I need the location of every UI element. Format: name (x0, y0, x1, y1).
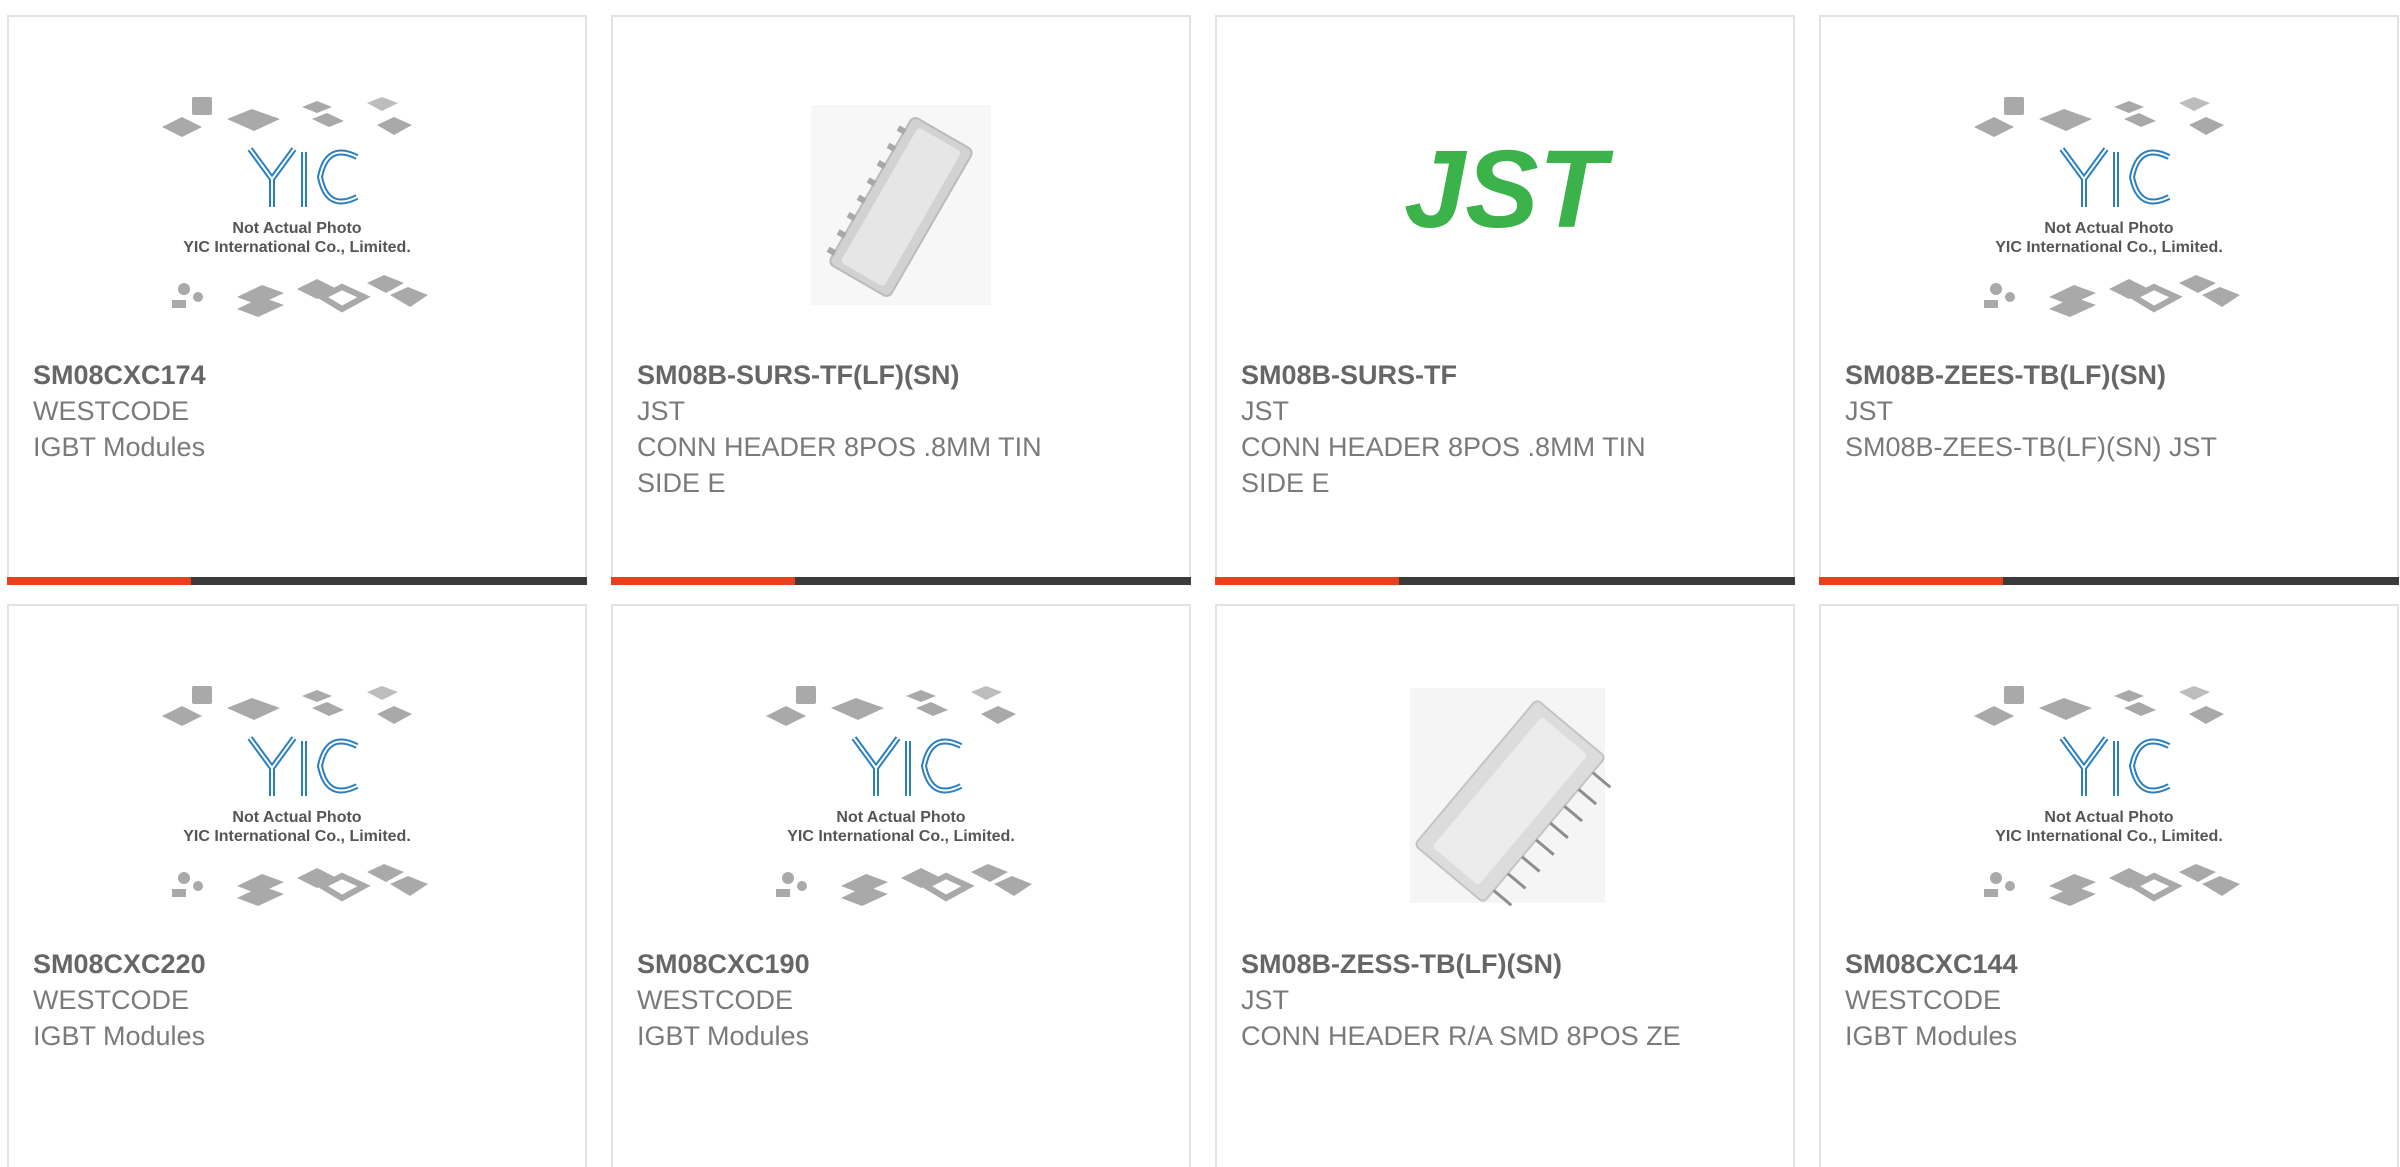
manufacturer: JST (1241, 985, 1290, 1015)
product-info: SM08CXC174 WESTCODE IGBT Modules (33, 357, 561, 465)
manufacturer: JST (1845, 396, 1894, 426)
card-underline (611, 577, 1191, 585)
description: IGBT Modules (1845, 1021, 2018, 1051)
product-card[interactable]: Not Actual Photo YIC International Co., L… (7, 15, 587, 585)
connector-vertical-image (811, 105, 991, 305)
part-number[interactable]: SM08CXC190 (637, 946, 1165, 982)
product-info: SM08CXC220 WESTCODE IGBT Modules (33, 946, 561, 1054)
product-info: SM08CXC190 WESTCODE IGBT Modules (637, 946, 1165, 1054)
manufacturer: JST (1241, 396, 1290, 426)
part-number[interactable]: SM08B-SURS-TF(LF)(SN) (637, 357, 1165, 393)
product-image[interactable]: Not Actual Photo YIC International Co., L… (1821, 606, 2397, 941)
product-info: SM08B-SURS-TF JST CONN HEADER 8POS .8MM … (1241, 357, 1769, 501)
jst-logo-text: JST (1404, 128, 1614, 251)
card-underline (7, 577, 587, 585)
chip-icons-bottom (776, 864, 1032, 906)
placeholder-caption-1: Not Actual Photo (2044, 809, 2173, 826)
product-image[interactable] (1217, 606, 1793, 941)
card-underline (1819, 577, 2399, 585)
placeholder-caption-2: YIC International Co., Limited. (1995, 828, 2223, 845)
chip-icons-top (162, 686, 412, 726)
product-info: SM08B-ZESS-TB(LF)(SN) JST CONN HEADER R/… (1241, 946, 1769, 1054)
yic-placeholder-image: Not Actual Photo YIC International Co., L… (162, 686, 428, 906)
description: IGBT Modules (33, 1021, 206, 1051)
description: CONN HEADER 8POS .8MM TIN SIDE E (1241, 432, 1646, 498)
yic-placeholder-image: Not Actual Photo YIC International Co., L… (162, 97, 428, 317)
chip-icons-bottom (1984, 864, 2240, 906)
placeholder-caption-1: Not Actual Photo (232, 809, 361, 826)
manufacturer: JST (637, 396, 686, 426)
jst-logo-image: JST (1404, 128, 1614, 251)
description: IGBT Modules (637, 1021, 810, 1051)
placeholder-caption-1: Not Actual Photo (2044, 220, 2173, 237)
card-underline-accent (611, 577, 795, 585)
chip-icons-bottom (1984, 275, 2240, 317)
card-underline-accent (1215, 577, 1399, 585)
yic-placeholder-image: Not Actual Photo YIC International Co., L… (766, 686, 1032, 906)
part-number[interactable]: SM08B-SURS-TF (1241, 357, 1769, 393)
product-card[interactable]: Not Actual Photo YIC International Co., L… (1819, 15, 2399, 585)
placeholder-caption-2: YIC International Co., Limited. (183, 828, 411, 845)
description: CONN HEADER R/A SMD 8POS ZE (1241, 1021, 1681, 1051)
manufacturer: WESTCODE (33, 396, 190, 426)
product-card[interactable]: Not Actual Photo YIC International Co., L… (611, 604, 1191, 1167)
product-image[interactable]: Not Actual Photo YIC International Co., L… (9, 17, 585, 352)
description: IGBT Modules (33, 432, 206, 462)
product-card[interactable]: SM08B-ZESS-TB(LF)(SN) JST CONN HEADER R/… (1215, 604, 1795, 1167)
product-image[interactable]: Not Actual Photo YIC International Co., L… (9, 606, 585, 941)
description: SM08B-ZEES-TB(LF)(SN) JST (1845, 432, 2218, 462)
chip-icons-top (162, 97, 412, 137)
placeholder-caption-2: YIC International Co., Limited. (1995, 239, 2223, 256)
chip-icons-top (1974, 686, 2224, 726)
part-number[interactable]: SM08B-ZESS-TB(LF)(SN) (1241, 946, 1769, 982)
part-number[interactable]: SM08CXC220 (33, 946, 561, 982)
placeholder-caption-2: YIC International Co., Limited. (787, 828, 1015, 845)
yic-placeholder-image: Not Actual Photo YIC International Co., L… (1974, 686, 2240, 906)
product-image[interactable] (613, 17, 1189, 352)
card-underline-accent (7, 577, 191, 585)
manufacturer: WESTCODE (1845, 985, 2002, 1015)
product-image[interactable]: Not Actual Photo YIC International Co., L… (613, 606, 1189, 941)
product-card[interactable]: JST SM08B-SURS-TF JST CONN HEADER 8POS .… (1215, 15, 1795, 585)
placeholder-caption-1: Not Actual Photo (836, 809, 965, 826)
yic-placeholder-image: Not Actual Photo YIC International Co., L… (1974, 97, 2240, 317)
card-underline (1215, 577, 1795, 585)
product-image[interactable]: JST (1217, 17, 1793, 352)
product-info: SM08B-ZEES-TB(LF)(SN) JST SM08B-ZEES-TB(… (1845, 357, 2373, 465)
chip-icons-bottom (172, 275, 428, 317)
part-number[interactable]: SM08CXC144 (1845, 946, 2373, 982)
card-underline-accent (1819, 577, 2003, 585)
description: CONN HEADER 8POS .8MM TIN SIDE E (637, 432, 1042, 498)
product-info: SM08CXC144 WESTCODE IGBT Modules (1845, 946, 2373, 1054)
chip-icons-top (766, 686, 1016, 726)
part-number[interactable]: SM08B-ZEES-TB(LF)(SN) (1845, 357, 2373, 393)
product-image[interactable]: Not Actual Photo YIC International Co., L… (1821, 17, 2397, 352)
product-card[interactable]: SM08B-SURS-TF(LF)(SN) JST CONN HEADER 8P… (611, 15, 1191, 585)
connector-right-angle-image (1410, 688, 1612, 907)
part-number[interactable]: SM08CXC174 (33, 357, 561, 393)
manufacturer: WESTCODE (33, 985, 190, 1015)
chip-icons-top (1974, 97, 2224, 137)
product-info: SM08B-SURS-TF(LF)(SN) JST CONN HEADER 8P… (637, 357, 1165, 501)
product-grid: Not Actual Photo YIC International Co., L… (0, 0, 2400, 1167)
product-card[interactable]: Not Actual Photo YIC International Co., L… (1819, 604, 2399, 1167)
chip-icons-bottom (172, 864, 428, 906)
product-card[interactable]: Not Actual Photo YIC International Co., L… (7, 604, 587, 1167)
placeholder-caption-1: Not Actual Photo (232, 220, 361, 237)
placeholder-caption-2: YIC International Co., Limited. (183, 239, 411, 256)
manufacturer: WESTCODE (637, 985, 794, 1015)
